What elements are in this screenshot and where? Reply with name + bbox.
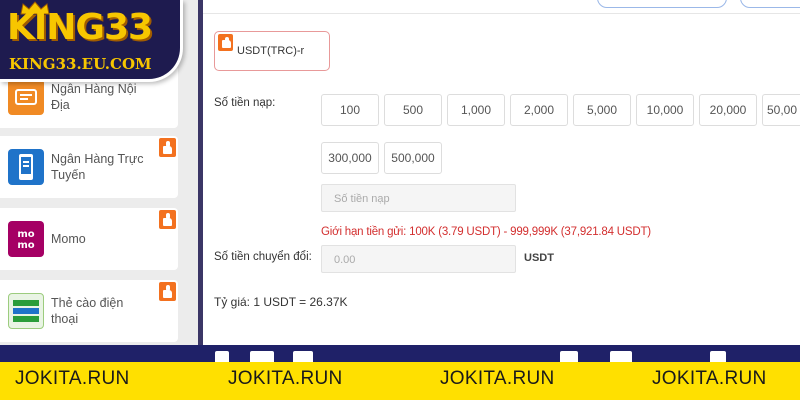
convert-unit: USDT [524, 252, 554, 264]
deposit-limit-text: Giới hạn tiền gửi: 100K (3.79 USDT) - 99… [321, 226, 651, 238]
amount-option-20000[interactable]: 20,000 [699, 94, 757, 126]
sidebar-item-label: Ngân Hàng Trực Tuyến [51, 152, 144, 182]
amount-option-2000[interactable]: 2,000 [510, 94, 568, 126]
header-button[interactable] [740, 0, 800, 8]
deposit-amount-input[interactable]: Số tiền nạp [321, 184, 516, 212]
bank-transfer-icon [8, 79, 44, 115]
hot-badge-icon [159, 138, 176, 157]
brand-name: KING33 [7, 7, 153, 48]
exchange-rate-text: Tỷ giá: 1 USDT = 26.37K [214, 295, 348, 309]
amount-option-5000[interactable]: 5,000 [573, 94, 631, 126]
payment-method-tab-usdt[interactable]: USDT(TRC)-r [214, 31, 330, 71]
momo-icon: mo mo [8, 221, 44, 257]
hot-badge-icon [218, 34, 233, 51]
payment-method-sidebar: Ngân Hàng Nội Địa Ngân Hàng Trực Tuyến m… [0, 0, 198, 345]
mobile-banking-icon [8, 149, 44, 185]
amount-option-100[interactable]: 100 [321, 94, 379, 126]
converted-amount-field: 0.00 [321, 245, 516, 273]
navy-banner [0, 345, 800, 362]
amount-option-1000[interactable]: 1,000 [447, 94, 505, 126]
watermark-text: JOKITA.RUN [228, 368, 343, 389]
sidebar-item-online-banking[interactable]: Ngân Hàng Trực Tuyến [0, 136, 178, 198]
sidebar-item-label: Ngân Hàng Nội Địa [51, 82, 137, 112]
sidebar-item-label: Momo [51, 232, 86, 246]
svg-text:mo: mo [17, 229, 34, 240]
hot-badge-icon [159, 282, 176, 301]
watermark-text: JOKITA.RUN [440, 368, 555, 389]
deposit-panel: USDT(TRC)-r Số tiền nạp: 100 500 1,000 2… [203, 0, 800, 345]
amount-option-500[interactable]: 500 [384, 94, 442, 126]
sidebar-item-label: Thẻ cào điện thoại [51, 296, 124, 326]
amount-label: Số tiền nạp: [214, 97, 276, 109]
sidebar-item-phone-card[interactable]: Thẻ cào điện thoại [0, 280, 178, 342]
watermark-text: JOKITA.RUN [15, 368, 130, 389]
hot-badge-icon [159, 210, 176, 229]
svg-text:mo: mo [17, 240, 34, 251]
sidebar-item-momo[interactable]: mo mo Momo [0, 208, 178, 270]
header-button[interactable] [597, 0, 727, 8]
convert-label: Số tiền chuyển đổi: [214, 251, 312, 263]
amount-option-300000[interactable]: 300,000 [321, 142, 379, 174]
brand-logo: KING33 KING33.EU.COM [0, 0, 183, 82]
amount-option-50000[interactable]: 50,00 [762, 94, 800, 126]
watermark-text: JOKITA.RUN [652, 368, 767, 389]
amount-option-10000[interactable]: 10,000 [636, 94, 694, 126]
payment-method-label: USDT(TRC)-r [237, 45, 305, 57]
brand-url: KING33.EU.COM [9, 55, 152, 73]
phone-card-icon [8, 293, 44, 329]
amount-option-500000[interactable]: 500,000 [384, 142, 442, 174]
header-divider [203, 13, 800, 14]
